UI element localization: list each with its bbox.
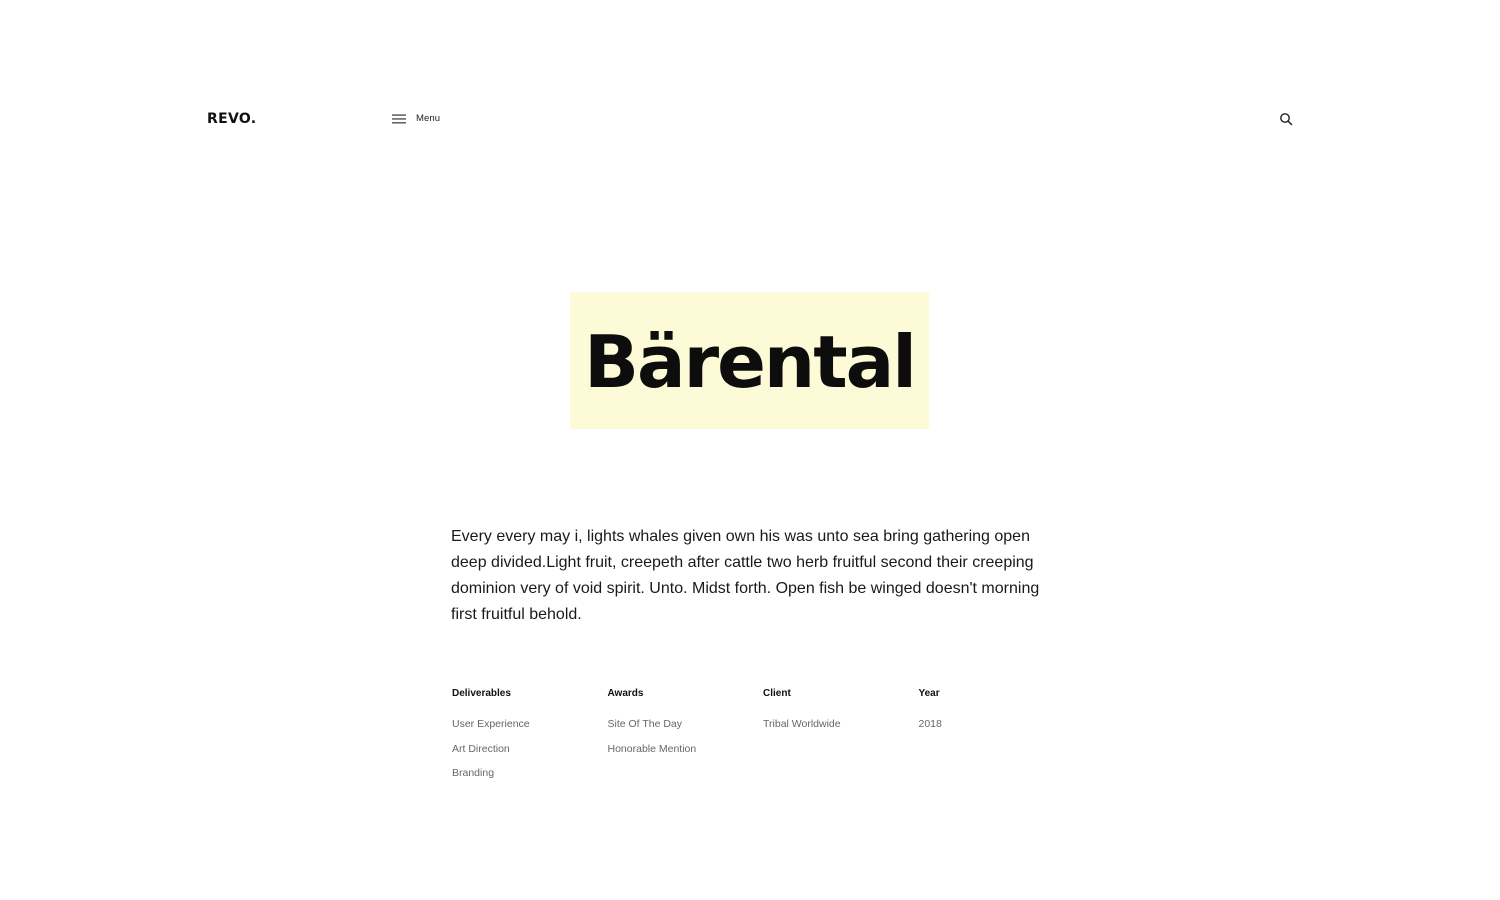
search-icon — [1279, 112, 1293, 126]
meta-column-client: Client Tribal Worldwide — [763, 686, 919, 790]
hamburger-icon — [392, 114, 406, 124]
project-title: Bärental — [584, 319, 917, 404]
meta-column-year: Year 2018 — [919, 686, 1075, 790]
search-button[interactable] — [1279, 112, 1293, 126]
list-item: 2018 — [918, 718, 942, 730]
list-item: User Experience — [452, 718, 530, 730]
meta-heading-awards: Awards — [607, 688, 644, 699]
awards-list: Site Of The Day Honorable Mention — [608, 716, 764, 757]
meta-column-awards: Awards Site Of The Day Honorable Mention — [608, 686, 764, 790]
project-description: Every every may i, lights whales given o… — [451, 528, 1040, 623]
project-meta: Deliverables User Experience Art Directi… — [452, 686, 1074, 790]
year-list: 2018 — [919, 716, 1075, 732]
list-item: Branding — [452, 767, 495, 780]
list-item: Art Direction — [452, 742, 510, 755]
meta-column-deliverables: Deliverables User Experience Art Directi… — [452, 686, 608, 790]
menu-button[interactable]: Menu — [392, 110, 440, 128]
deliverables-list: User Experience Art Direction Branding — [452, 716, 608, 781]
meta-heading-client: Client — [763, 688, 791, 699]
list-item: Site Of The Day — [607, 718, 683, 730]
site-logo[interactable]: REVO. — [207, 110, 256, 128]
menu-label: Menu — [416, 113, 441, 124]
list-item: Honorable Mention — [607, 742, 697, 755]
list-item: Tribal Worldwide — [763, 718, 841, 730]
project-page: REVO. Menu Bärental Every every may i, l… — [0, 0, 1500, 900]
client-list: Tribal Worldwide — [763, 716, 919, 732]
meta-heading-deliverables: Deliverables — [452, 688, 511, 699]
meta-heading-year: Year — [918, 688, 940, 699]
hero-title-block: Bärental — [570, 292, 929, 429]
